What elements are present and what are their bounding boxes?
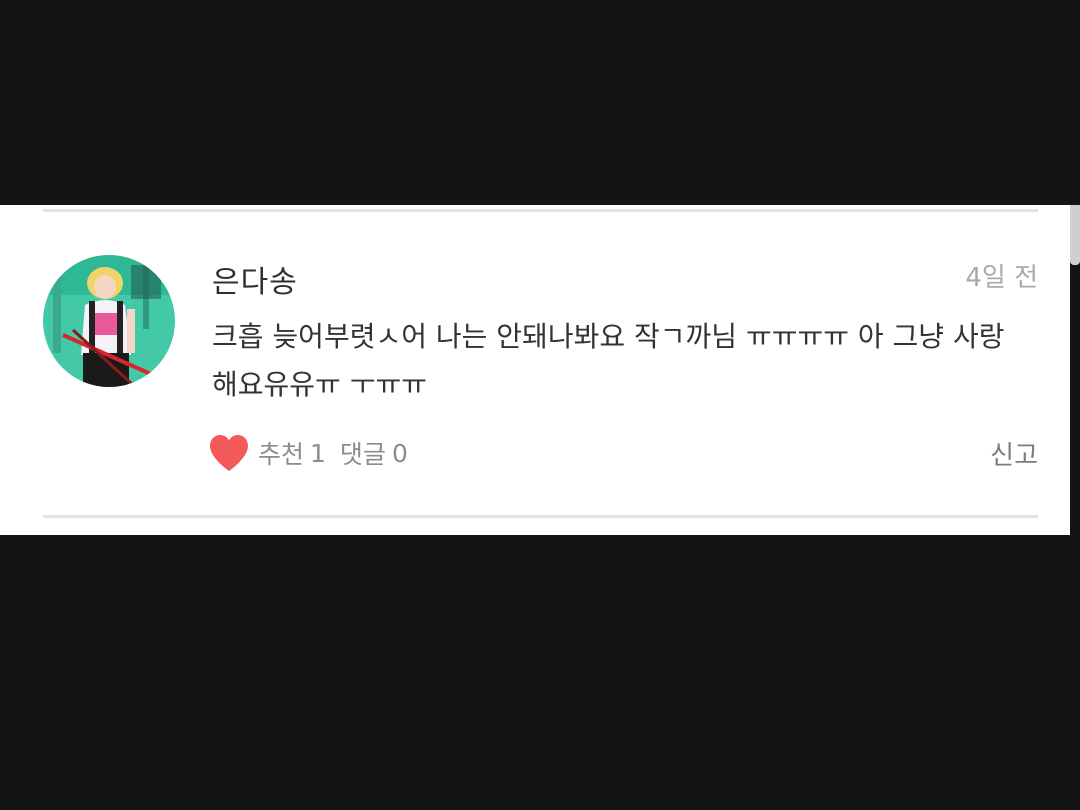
reply-button[interactable]: 댓글	[340, 435, 386, 471]
like-count: 1	[310, 438, 326, 468]
avatar-photo	[43, 255, 175, 387]
like-label[interactable]: 추천	[258, 435, 304, 471]
user-avatar[interactable]	[43, 255, 175, 387]
divider-bottom	[43, 515, 1038, 518]
heart-icon[interactable]	[208, 433, 250, 473]
comment-timestamp: 4일 전	[965, 263, 1038, 293]
comment-card: 은다송 4일 전 크흡 늦어부렷ㅅ어 나는 안돼나봐요 작ㄱ까님 ㅠㅠㅠㅠ 아 …	[0, 205, 1070, 535]
divider-top	[43, 209, 1038, 212]
report-button[interactable]: 신고	[990, 435, 1038, 472]
comment-body: 크흡 늦어부렷ㅅ어 나는 안돼나봐요 작ㄱ까님 ㅠㅠㅠㅠ 아 그냥 사랑해요유유…	[212, 320, 1005, 401]
screen: 은다송 4일 전 크흡 늦어부렷ㅅ어 나는 안돼나봐요 작ㄱ까님 ㅠㅠㅠㅠ 아 …	[0, 0, 1080, 810]
comment-username[interactable]: 은다송	[212, 257, 298, 301]
scrollbar-thumb[interactable]	[1070, 205, 1080, 265]
comment-actions: 추천 1 댓글 0	[208, 431, 408, 475]
reply-count: 0	[391, 438, 408, 468]
